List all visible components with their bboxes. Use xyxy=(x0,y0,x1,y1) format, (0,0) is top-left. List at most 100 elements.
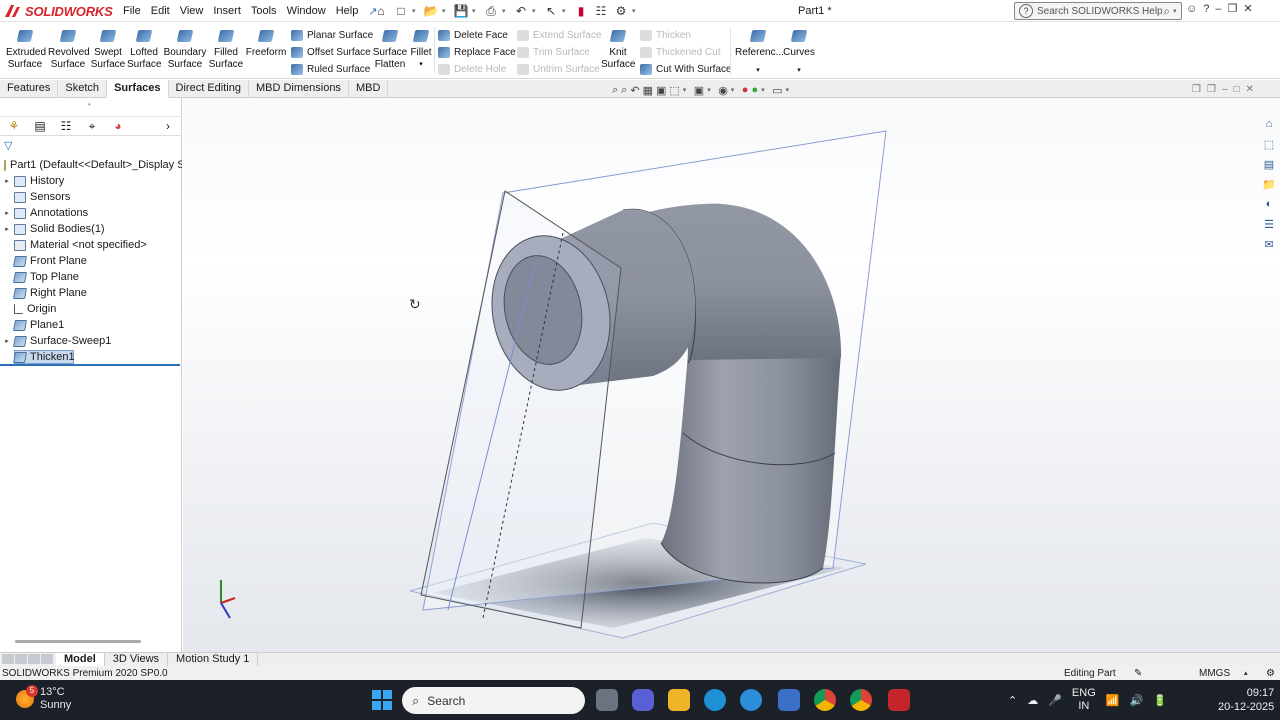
tree-item-front-plane[interactable]: Front Plane xyxy=(0,253,182,269)
volume-icon[interactable]: 🔊 xyxy=(1129,694,1143,707)
property-manager-icon[interactable]: ▤ xyxy=(30,118,50,134)
knit-surface-button[interactable]: Knit Surface xyxy=(601,25,635,71)
new-document-icon[interactable]: □ xyxy=(392,2,410,20)
tab-model[interactable]: Model xyxy=(56,653,105,666)
forum-icon[interactable]: ✉ xyxy=(1262,238,1276,254)
revolved-surface-button[interactable]: Revolved Surface xyxy=(48,25,90,71)
menu-view[interactable]: View xyxy=(175,5,209,17)
chevron-up-icon[interactable]: ▴ xyxy=(1244,669,1248,677)
replace-face-button[interactable]: Replace Face xyxy=(438,44,516,60)
curves-button[interactable]: Curves ▾ xyxy=(782,25,816,77)
tree-item-solid-bodies[interactable]: ▸ Solid Bodies(1) xyxy=(0,221,182,237)
freeform-button[interactable]: Freeform xyxy=(245,25,287,59)
design-library-icon[interactable]: ▤ xyxy=(1262,158,1276,174)
apply-scene-icon[interactable]: ● xyxy=(751,84,758,96)
battery-icon[interactable]: 🔋 xyxy=(1153,694,1167,707)
help-search-box[interactable]: ? Search SOLIDWORKS Help ⌕ ▾ xyxy=(1014,2,1182,20)
thickened-cut-button[interactable]: Thickened Cut xyxy=(640,44,720,60)
extend-surface-button[interactable]: Extend Surface xyxy=(517,27,601,43)
taskbar-search[interactable]: ⌕ Search xyxy=(402,687,585,714)
rebuild-icon[interactable]: ▮ xyxy=(572,2,590,20)
save-icon[interactable]: 💾 xyxy=(452,2,470,20)
delete-face-button[interactable]: Delete Face xyxy=(438,27,508,43)
fillet-button[interactable]: Fillet ▾ xyxy=(410,25,432,71)
menu-insert[interactable]: Insert xyxy=(208,5,246,17)
menu-file[interactable]: File xyxy=(118,5,146,17)
tree-item-top-plane[interactable]: Top Plane xyxy=(0,269,182,285)
rebuild-status-icon[interactable]: ✎ xyxy=(1134,668,1142,679)
language-indicator[interactable]: ENG IN xyxy=(1072,687,1096,713)
panel-splitter-handle[interactable]: • xyxy=(88,100,91,109)
reference-geometry-button[interactable]: Referenc... ▾ xyxy=(735,25,784,77)
home-icon[interactable]: ⌂ xyxy=(1262,118,1276,134)
minimize-icon[interactable]: – xyxy=(1222,84,1228,95)
customize-status-icon[interactable]: ⚙ xyxy=(1266,668,1275,679)
chevron-down-icon[interactable]: ▾ xyxy=(410,59,432,71)
tab-features[interactable]: Features xyxy=(0,80,59,98)
tab-sketch[interactable]: Sketch xyxy=(58,80,108,98)
options-gear-icon[interactable]: ⚙ xyxy=(612,2,630,20)
chevron-right-icon[interactable]: › xyxy=(158,118,178,134)
delete-hole-button[interactable]: Delete Hole xyxy=(438,61,506,77)
search-icon[interactable]: ⌕ xyxy=(1163,4,1170,19)
swept-surface-button[interactable]: Swept Surface xyxy=(90,25,126,71)
tree-item-material[interactable]: Material <not specified> xyxy=(0,237,182,253)
view-orientation-icon[interactable]: ⬚ xyxy=(669,84,679,97)
start-button[interactable] xyxy=(372,690,392,710)
file-explorer-icon[interactable] xyxy=(668,689,690,711)
previous-view-icon[interactable]: ↶ xyxy=(630,84,639,97)
tree-item-plane1[interactable]: Plane1 xyxy=(0,317,182,333)
expand-arrow-icon[interactable]: ▸ xyxy=(0,209,14,217)
custom-properties-icon[interactable]: ☰ xyxy=(1262,218,1276,234)
close-icon[interactable]: ✕ xyxy=(1246,84,1254,95)
graphics-area[interactable]: ↻ xyxy=(183,98,1280,652)
clock[interactable]: 09:17 20-12-2025 xyxy=(1218,686,1274,714)
chevron-down-icon[interactable]: ▾ xyxy=(532,7,540,15)
store-icon[interactable] xyxy=(778,689,800,711)
restore-icon[interactable]: ❐ xyxy=(1207,84,1216,95)
tree-item-origin[interactable]: Origin xyxy=(0,301,182,317)
file-explorer-icon[interactable]: 📁 xyxy=(1262,178,1276,194)
home-icon[interactable]: ⌂ xyxy=(372,2,390,20)
tab-mbd[interactable]: MBD xyxy=(349,80,389,98)
chevron-down-icon[interactable]: ▾ xyxy=(707,86,715,94)
print-icon[interactable]: ⎙ xyxy=(482,2,500,20)
expand-arrow-icon[interactable]: ▸ xyxy=(0,177,14,185)
dimxpert-manager-icon[interactable]: ⌖ xyxy=(82,118,102,134)
planar-surface-button[interactable]: Planar Surface xyxy=(291,27,373,43)
cut-with-surface-button[interactable]: Cut With Surface xyxy=(640,61,732,77)
minimize-icon[interactable]: – xyxy=(1215,3,1221,15)
chevron-down-icon[interactable]: ▾ xyxy=(562,7,570,15)
dynamic-annotation-icon[interactable]: ▣ xyxy=(656,84,666,97)
edge-icon[interactable] xyxy=(704,689,726,711)
chevron-down-icon[interactable]: ▾ xyxy=(502,7,510,15)
expand-arrow-icon[interactable]: ▸ xyxy=(0,225,14,233)
file-properties-icon[interactable]: ☷ xyxy=(592,2,610,20)
rollback-bar[interactable] xyxy=(0,364,180,366)
onedrive-icon[interactable]: ☁ xyxy=(1027,694,1038,707)
chevron-down-icon[interactable]: ▾ xyxy=(442,7,450,15)
thicken-button[interactable]: Thicken xyxy=(640,27,691,43)
tree-item-sensors[interactable]: Sensors xyxy=(0,189,182,205)
solidworks-logo[interactable]: SOLIDWORKS xyxy=(4,2,113,20)
open-folder-icon[interactable]: 📂 xyxy=(422,2,440,20)
menu-window[interactable]: Window xyxy=(282,5,331,17)
chevron-down-icon[interactable]: ▾ xyxy=(412,7,420,15)
chevron-down-icon[interactable]: ▾ xyxy=(761,86,769,94)
chrome-icon[interactable] xyxy=(814,689,836,711)
units-selector[interactable]: MMGS xyxy=(1199,668,1230,679)
pipe-vertical-leg[interactable] xyxy=(661,353,841,583)
tab-mbd-dimensions[interactable]: MBD Dimensions xyxy=(249,80,349,98)
filter-icon[interactable]: ▽ xyxy=(4,139,12,152)
teams-icon[interactable] xyxy=(632,689,654,711)
solidworks-taskbar-icon[interactable] xyxy=(888,689,910,711)
chevron-down-icon[interactable]: ▾ xyxy=(683,86,691,94)
select-arrow-icon[interactable]: ↖ xyxy=(542,2,560,20)
maximize-icon[interactable]: □ xyxy=(1234,84,1240,95)
feature-manager-icon[interactable]: ⚘ xyxy=(4,118,24,134)
display-manager-icon[interactable]: ◕ xyxy=(108,118,128,134)
help-icon[interactable]: ? xyxy=(1203,3,1209,15)
tab-motion-study-1[interactable]: Motion Study 1 xyxy=(168,653,259,666)
hide-show-items-icon[interactable]: ◉ xyxy=(718,84,728,97)
tree-root[interactable]: Part1 (Default<<Default>_Display S xyxy=(0,157,182,173)
